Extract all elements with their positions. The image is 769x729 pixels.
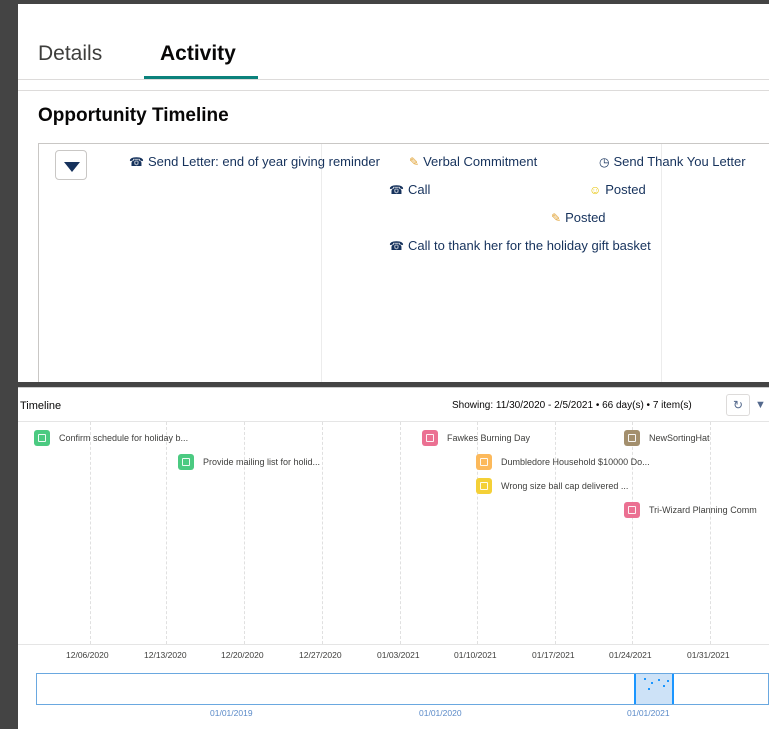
pencil-icon: ✎ xyxy=(551,211,562,225)
timeline-gridline xyxy=(321,144,322,382)
axis-tick-label: 12/20/2020 xyxy=(221,650,264,660)
timeline-item[interactable]: Wrong size ball cap delivered ... xyxy=(476,478,628,496)
timeline-event[interactable]: ✎ Verbal Commitment xyxy=(409,154,537,169)
axis-tick-label: 12/27/2020 xyxy=(299,650,342,660)
phone-icon: ☎ xyxy=(389,239,404,253)
case-icon xyxy=(476,478,492,494)
axis-tick-label: 01/03/2021 xyxy=(377,650,420,660)
file-icon xyxy=(624,430,640,446)
axis-tick-label: 01/24/2021 xyxy=(609,650,652,660)
overview-range-selector[interactable] xyxy=(634,674,674,704)
calendar-icon xyxy=(422,430,438,446)
timeline-panel: Timeline Showing: 11/30/2020 - 2/5/2021 … xyxy=(18,387,769,729)
clock-icon: ◷ xyxy=(599,155,610,169)
timeline-item[interactable]: NewSortingHat xyxy=(624,430,710,448)
overview-tick-label: 01/01/2019 xyxy=(210,708,253,718)
filter-button[interactable]: ▼ xyxy=(755,394,769,416)
timeline-event[interactable]: ☎ Call to thank her for the holiday gift … xyxy=(389,238,651,253)
timeline-overview-bar[interactable] xyxy=(36,673,769,705)
timeline-axis-line xyxy=(18,644,769,645)
refresh-icon: ↻ xyxy=(732,398,744,412)
timeline-event[interactable]: ☎ Call xyxy=(389,182,430,197)
opportunity-timeline-title: Opportunity Timeline xyxy=(38,105,229,126)
timeline-item[interactable]: Confirm schedule for holiday b... xyxy=(34,430,188,448)
timeline-title: Timeline xyxy=(20,400,62,412)
task-icon xyxy=(178,454,194,470)
opportunity-icon xyxy=(476,454,492,470)
opportunity-timeline-canvas: ☎ Send Letter: end of year giving reminde… xyxy=(38,143,769,382)
timeline-gridline xyxy=(166,422,167,644)
overview-tick-label: 01/01/2021 xyxy=(627,708,670,718)
task-icon xyxy=(34,430,50,446)
timeline-gridline xyxy=(322,422,323,644)
timeline-item[interactable]: Dumbledore Household $10000 Do... xyxy=(476,454,650,472)
filter-icon: ▼ xyxy=(755,399,766,411)
timeline-item[interactable]: Tri-Wizard Planning Comm xyxy=(624,502,757,520)
tab-divider xyxy=(18,79,769,80)
refresh-button[interactable]: ↻ xyxy=(726,394,750,416)
phone-icon: ☎ xyxy=(389,183,404,197)
calendar-icon xyxy=(624,502,640,518)
timeline-item[interactable]: Fawkes Burning Day xyxy=(422,430,530,448)
section-divider xyxy=(18,90,769,91)
timeline-header-divider xyxy=(18,421,769,422)
chevron-down-icon xyxy=(64,162,80,172)
tab-activity[interactable]: Activity xyxy=(160,42,236,66)
activity-panel: Details Activity Opportunity Timeline ☎ S… xyxy=(18,4,769,382)
timeline-event[interactable]: ✎ Posted xyxy=(551,210,606,225)
axis-tick-label: 01/31/2021 xyxy=(687,650,730,660)
tab-details[interactable]: Details xyxy=(38,42,102,66)
smiley-icon: ☺ xyxy=(589,183,602,197)
timeline-gridline xyxy=(710,422,711,644)
phone-icon: ☎ xyxy=(129,155,144,169)
axis-tick-label: 01/10/2021 xyxy=(454,650,497,660)
timeline-event[interactable]: ☺ Posted xyxy=(589,182,646,197)
timeline-date-range-summary: Showing: 11/30/2020 - 2/5/2021 • 66 day(… xyxy=(452,400,692,411)
timeline-event[interactable]: ◷ Send Thank You Letter xyxy=(599,154,746,169)
overview-tick-label: 01/01/2020 xyxy=(419,708,462,718)
axis-tick-label: 01/17/2021 xyxy=(532,650,575,660)
pencil-icon: ✎ xyxy=(409,155,420,169)
expand-toggle-button[interactable] xyxy=(55,150,87,180)
timeline-item[interactable]: Provide mailing list for holid... xyxy=(178,454,320,472)
timeline-gridline xyxy=(90,422,91,644)
axis-tick-label: 12/06/2020 xyxy=(66,650,109,660)
timeline-gridline xyxy=(661,144,662,382)
timeline-gridline xyxy=(400,422,401,644)
axis-tick-label: 12/13/2020 xyxy=(144,650,187,660)
timeline-event[interactable]: ☎ Send Letter: end of year giving reminde… xyxy=(129,154,380,169)
